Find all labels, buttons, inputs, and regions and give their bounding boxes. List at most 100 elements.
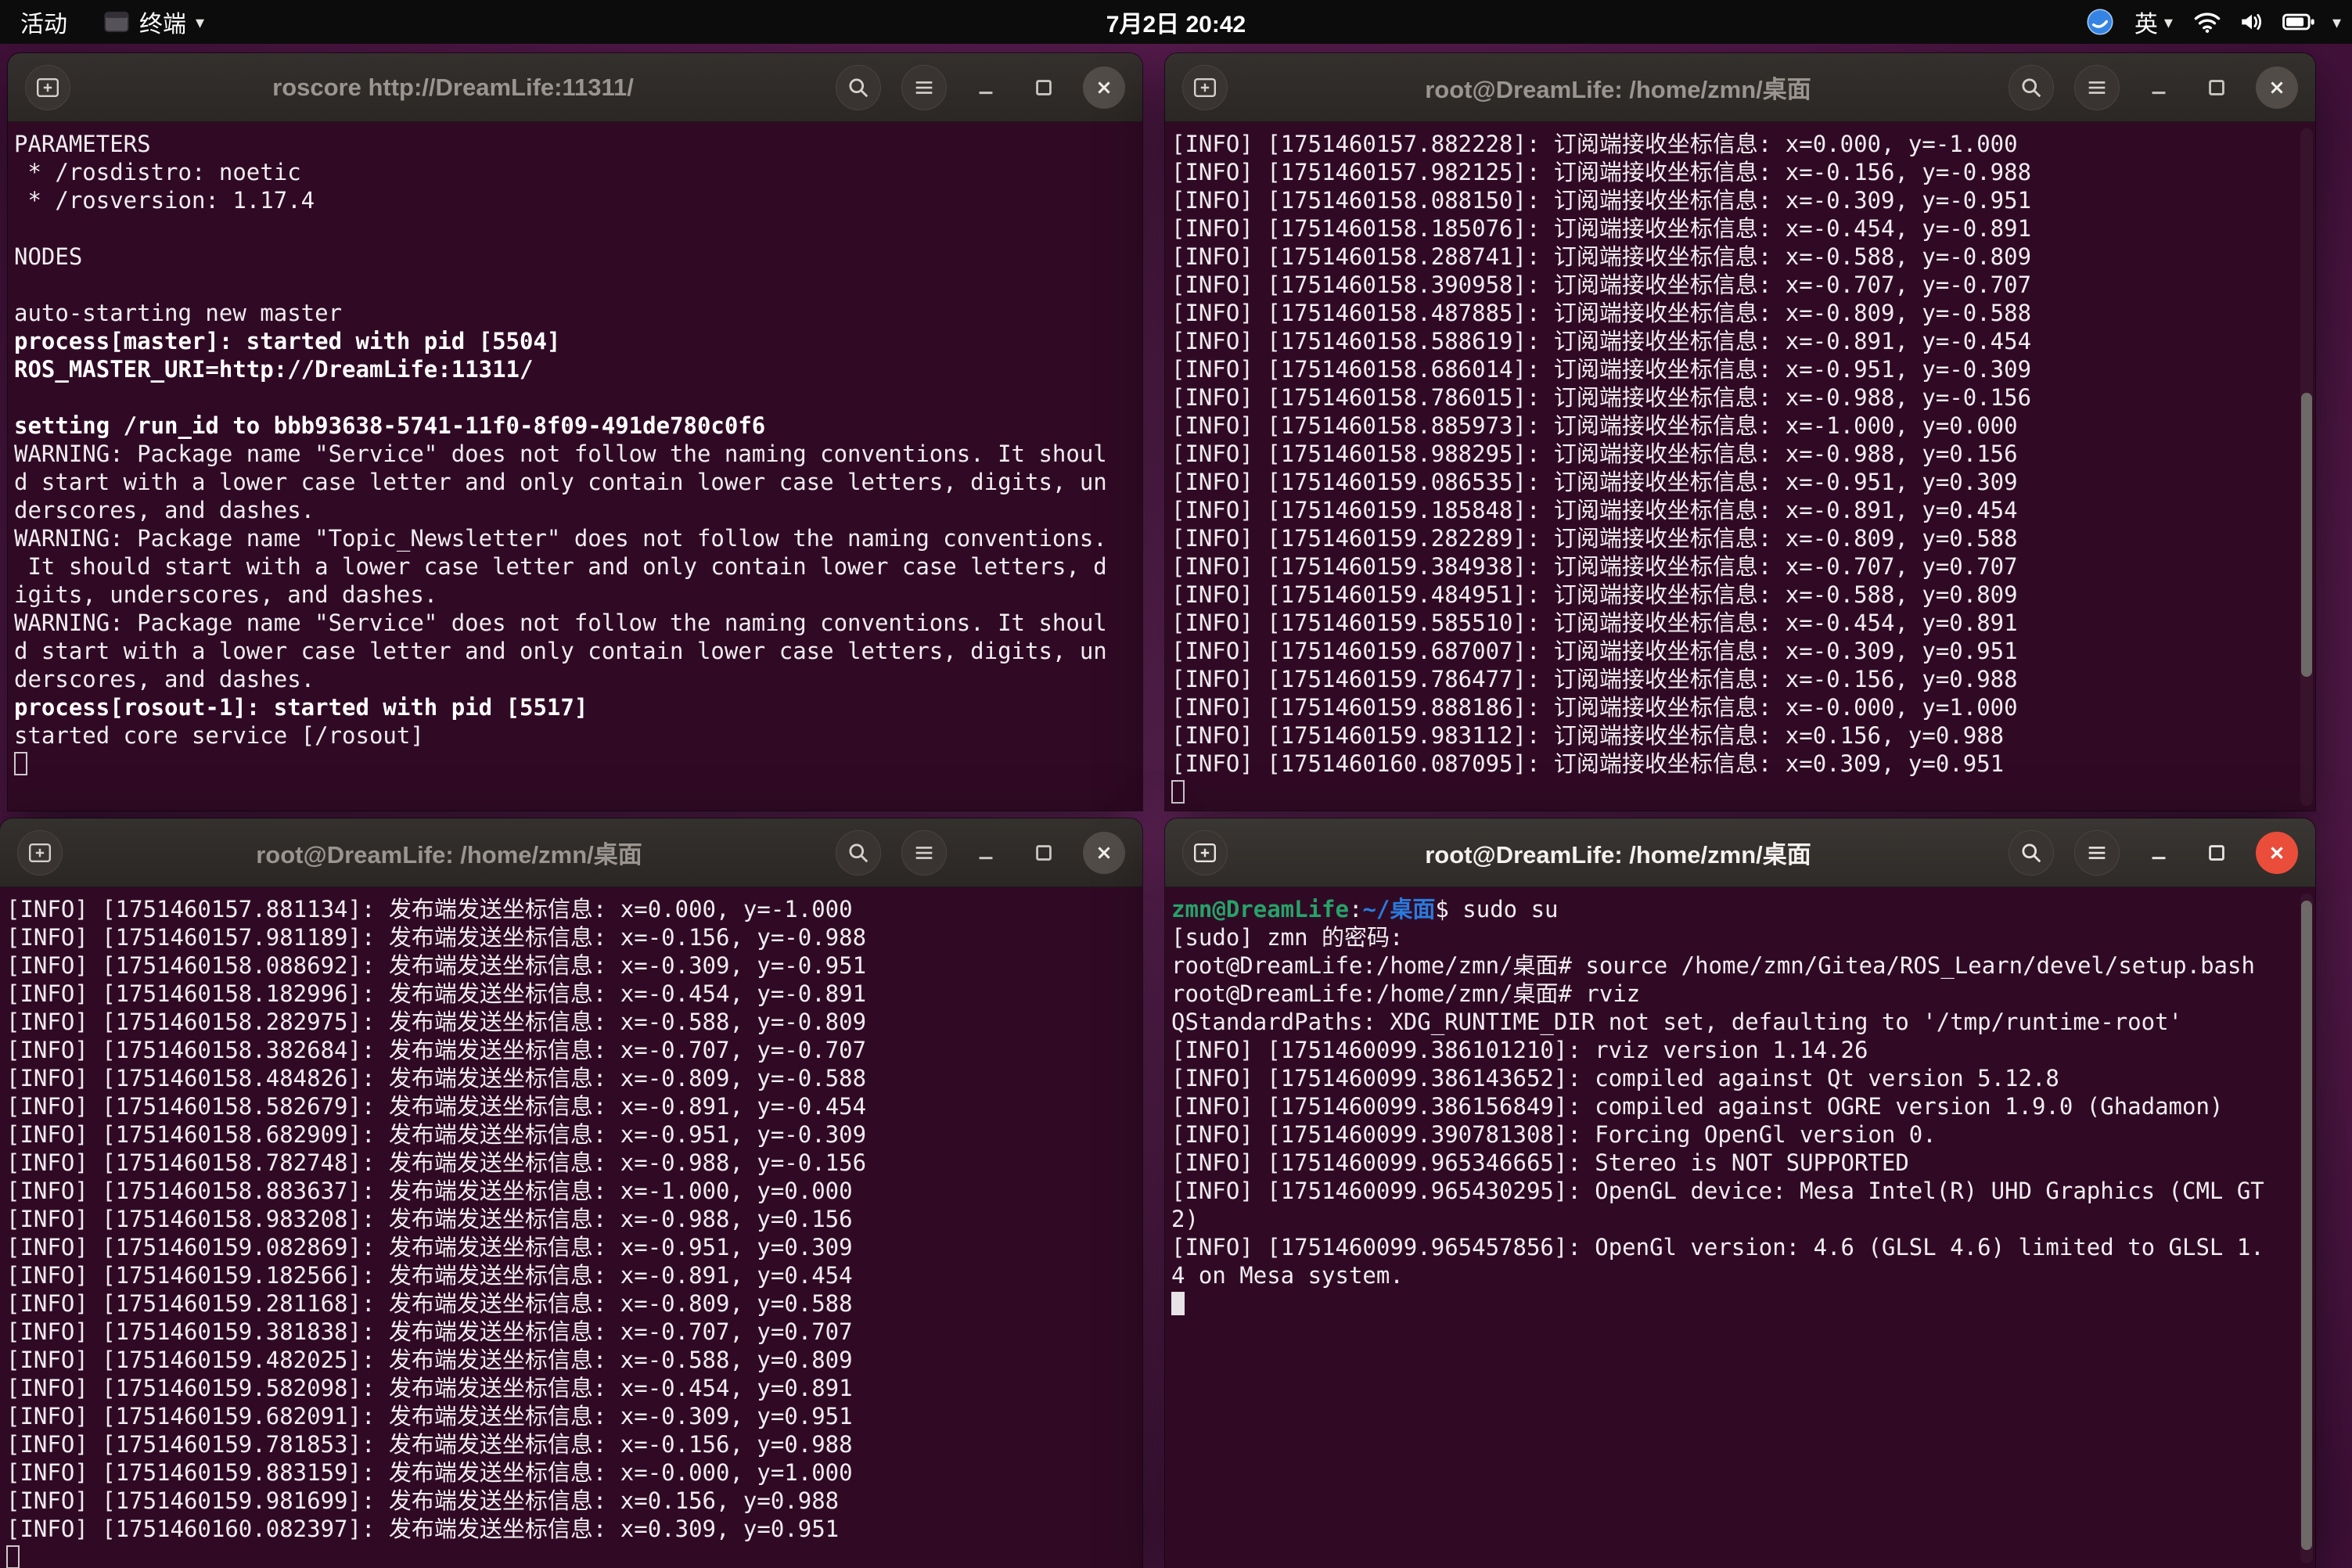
search-button[interactable] bbox=[836, 830, 881, 876]
terminal-line: [INFO] [1751460099.965346665]: Stereo is… bbox=[1171, 1149, 2307, 1177]
terminal-line: process[master]: started with pid [5504] bbox=[14, 327, 1135, 355]
scrollbar[interactable] bbox=[2300, 894, 2313, 1563]
terminal-line: [INFO] [1751460159.086535]: 订阅端接收坐标信息: x… bbox=[1171, 468, 2307, 496]
battery-icon[interactable] bbox=[2282, 11, 2315, 33]
minimize-button[interactable] bbox=[967, 69, 1005, 106]
terminal-line: 2) bbox=[1171, 1205, 2307, 1233]
terminal-line: [INFO] [1751460160.082397]: 发布端发送坐标信息: x… bbox=[6, 1515, 1135, 1543]
terminal-line: WARNING: Package name "Service" does not… bbox=[14, 440, 1135, 468]
terminal-line bbox=[14, 271, 1135, 299]
terminal-line: [INFO] [1751460158.786015]: 订阅端接收坐标信息: x… bbox=[1171, 383, 2307, 412]
close-button[interactable] bbox=[1083, 832, 1125, 874]
scrollbar-thumb[interactable] bbox=[2301, 901, 2312, 1550]
terminal-line: [INFO] [1751460158.282975]: 发布端发送坐标信息: x… bbox=[6, 1008, 1135, 1036]
terminal-line: [INFO] [1751460159.182566]: 发布端发送坐标信息: x… bbox=[6, 1261, 1135, 1289]
terminal-output[interactable]: [INFO] [1751460157.882228]: 订阅端接收坐标信息: x… bbox=[1165, 122, 2315, 811]
search-button[interactable] bbox=[2009, 65, 2054, 110]
terminal-line: [INFO] [1751460158.487885]: 订阅端接收坐标信息: x… bbox=[1171, 299, 2307, 327]
app-menu-label: 终端 bbox=[139, 5, 186, 39]
terminal-cursor bbox=[1171, 780, 1185, 804]
scrollbar-thumb[interactable] bbox=[2301, 393, 2312, 678]
top-bar: 活动 终端 ▾ 7月2日 20:42 英 ▾ bbox=[0, 0, 2352, 44]
terminal-line: [INFO] [1751460159.482025]: 发布端发送坐标信息: x… bbox=[6, 1346, 1135, 1374]
menu-button[interactable] bbox=[2074, 830, 2120, 876]
terminal-line: [INFO] [1751460159.781853]: 发布端发送坐标信息: x… bbox=[6, 1430, 1135, 1458]
terminal-window-publisher: root@DreamLife: /home/zmn/桌面 [INFO] [175… bbox=[0, 818, 1142, 1568]
terminal-line: [INFO] [1751460159.883159]: 发布端发送坐标信息: x… bbox=[6, 1458, 1135, 1487]
search-button[interactable] bbox=[2009, 830, 2054, 876]
minimize-button[interactable] bbox=[2140, 69, 2178, 106]
titlebar[interactable]: roscore http://DreamLife:11311/ bbox=[8, 53, 1142, 122]
terminal-output[interactable]: PARAMETERS * /rosdistro: noetic * /rosve… bbox=[8, 122, 1142, 811]
terminal-line: [INFO] [1751460099.386156849]: compiled … bbox=[1171, 1092, 2307, 1120]
window-title: root@DreamLife: /home/zmn/桌面 bbox=[63, 835, 836, 870]
search-button[interactable] bbox=[836, 65, 881, 110]
titlebar[interactable]: root@DreamLife: /home/zmn/桌面 bbox=[0, 818, 1142, 887]
terminal-line: [INFO] [1751460158.686014]: 订阅端接收坐标信息: x… bbox=[1171, 355, 2307, 383]
titlebar[interactable]: root@DreamLife: /home/zmn/桌面 bbox=[1165, 818, 2315, 887]
clock[interactable]: 7月2日 20:42 bbox=[1106, 0, 1246, 44]
titlebar[interactable]: root@DreamLife: /home/zmn/桌面 bbox=[1165, 53, 2315, 122]
terminal-line: [INFO] [1751460159.687007]: 订阅端接收坐标信息: x… bbox=[1171, 637, 2307, 665]
terminal-line: [INFO] [1751460159.281168]: 发布端发送坐标信息: x… bbox=[6, 1289, 1135, 1318]
menu-button[interactable] bbox=[901, 830, 947, 876]
terminal-line: WARNING: Package name "Topic_Newsletter"… bbox=[14, 524, 1135, 552]
new-terminal-button[interactable] bbox=[1182, 65, 1228, 110]
close-button[interactable] bbox=[2256, 67, 2298, 109]
close-button[interactable] bbox=[1083, 67, 1125, 109]
new-terminal-button[interactable] bbox=[1182, 830, 1228, 876]
terminal-line: [INFO] [1751460158.288741]: 订阅端接收坐标信息: x… bbox=[1171, 243, 2307, 271]
terminal-window-rviz: root@DreamLife: /home/zmn/桌面 zmn@DreamLi… bbox=[1165, 818, 2315, 1568]
activities-button[interactable]: 活动 bbox=[0, 0, 88, 44]
terminal-line: [INFO] [1751460159.786477]: 订阅端接收坐标信息: x… bbox=[1171, 665, 2307, 693]
maximize-button[interactable] bbox=[2198, 69, 2235, 106]
terminal-line: [INFO] [1751460099.386143652]: compiled … bbox=[1171, 1064, 2307, 1092]
window-title: root@DreamLife: /home/zmn/桌面 bbox=[1228, 70, 2009, 105]
new-terminal-button[interactable] bbox=[17, 830, 63, 876]
terminal-line: [INFO] [1751460159.484951]: 订阅端接收坐标信息: x… bbox=[1171, 581, 2307, 609]
terminal-line: [INFO] [1751460159.082869]: 发布端发送坐标信息: x… bbox=[6, 1233, 1135, 1261]
maximize-button[interactable] bbox=[1025, 69, 1063, 106]
terminal-line: ROS_MASTER_URI=http://DreamLife:11311/ bbox=[14, 355, 1135, 383]
terminal-line: [INFO] [1751460158.390958]: 订阅端接收坐标信息: x… bbox=[1171, 271, 2307, 299]
terminal-line: 4 on Mesa system. bbox=[1171, 1261, 2307, 1289]
menu-button[interactable] bbox=[901, 65, 947, 110]
close-button[interactable] bbox=[2256, 832, 2298, 874]
terminal-cursor-line bbox=[6, 1543, 1135, 1568]
terminal-line: [INFO] [1751460158.088692]: 发布端发送坐标信息: x… bbox=[6, 951, 1135, 980]
terminal-line: [INFO] [1751460158.983208]: 发布端发送坐标信息: x… bbox=[6, 1205, 1135, 1233]
input-method-label: 英 bbox=[2134, 5, 2158, 39]
chevron-down-icon: ▾ bbox=[196, 13, 204, 33]
terminal-line: WARNING: Package name "Service" does not… bbox=[14, 609, 1135, 637]
chevron-down-icon: ▾ bbox=[2164, 13, 2173, 33]
minimize-button[interactable] bbox=[2140, 834, 2178, 872]
terminal-line: [INFO] [1751460159.582098]: 发布端发送坐标信息: x… bbox=[6, 1374, 1135, 1402]
terminal-line: process[rosout-1]: started with pid [551… bbox=[14, 693, 1135, 721]
new-terminal-button[interactable] bbox=[25, 65, 70, 110]
app-menu[interactable]: 终端 ▾ bbox=[88, 0, 220, 44]
terminal-line: d start with a lower case letter and onl… bbox=[14, 637, 1135, 665]
terminal-line: [INFO] [1751460159.682091]: 发布端发送坐标信息: x… bbox=[6, 1402, 1135, 1430]
system-menu-chevron-icon[interactable]: ▾ bbox=[2332, 13, 2341, 33]
terminal-output[interactable]: zmn@DreamLife:~/桌面$ sudo su[sudo] zmn 的密… bbox=[1165, 887, 2315, 1568]
terminal-line: * /rosdistro: noetic bbox=[14, 158, 1135, 186]
terminal-line: d start with a lower case letter and onl… bbox=[14, 468, 1135, 496]
scrollbar[interactable] bbox=[2300, 128, 2313, 806]
menu-button[interactable] bbox=[2074, 65, 2120, 110]
terminal-window-roscore: roscore http://DreamLife:11311/ PARAMETE… bbox=[8, 53, 1142, 811]
terminal-line: [INFO] [1751460099.965457856]: OpenGl ve… bbox=[1171, 1233, 2307, 1261]
terminal-output[interactable]: [INFO] [1751460157.881134]: 发布端发送坐标信息: x… bbox=[0, 887, 1142, 1568]
terminal-cursor bbox=[6, 1545, 20, 1568]
maximize-button[interactable] bbox=[2198, 834, 2235, 872]
wifi-icon[interactable] bbox=[2193, 10, 2221, 34]
terminal-line: [INFO] [1751460157.981189]: 发布端发送坐标信息: x… bbox=[6, 923, 1135, 951]
terminal-line: derscores, and dashes. bbox=[14, 665, 1135, 693]
app-indicator-icon[interactable] bbox=[2086, 8, 2114, 36]
minimize-button[interactable] bbox=[967, 834, 1005, 872]
maximize-button[interactable] bbox=[1025, 834, 1063, 872]
terminal-line: [INFO] [1751460158.588619]: 订阅端接收坐标信息: x… bbox=[1171, 327, 2307, 355]
volume-icon[interactable] bbox=[2239, 10, 2265, 34]
terminal-app-icon bbox=[103, 9, 130, 35]
input-method-indicator[interactable]: 英 ▾ bbox=[2131, 0, 2176, 44]
terminal-line: [INFO] [1751460159.585510]: 订阅端接收坐标信息: x… bbox=[1171, 609, 2307, 637]
